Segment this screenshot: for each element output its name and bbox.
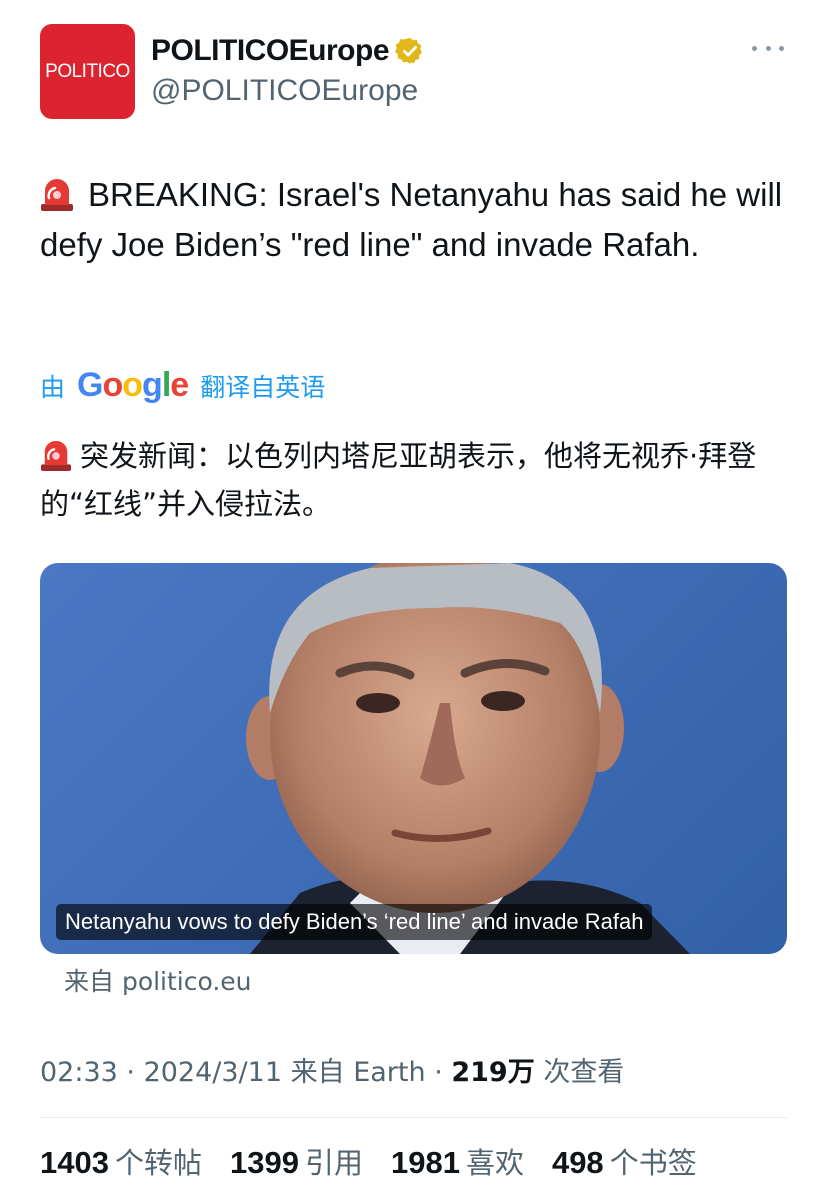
engagement-stats: 1403 个转帖 1399 引用 1981 喜欢 498 个书签 xyxy=(40,1140,725,1182)
card-source[interactable]: 来自 politico.eu xyxy=(64,962,252,998)
tweet-meta: 02:33 · 2024/3/11 来自 Earth · 219万 次查看 xyxy=(40,1057,625,1088)
views-count: 219万 xyxy=(451,1057,535,1088)
name-row: POLITICOEurope xyxy=(151,34,425,68)
card-caption: Netanyahu vows to defy Biden’s ‘red line… xyxy=(56,904,653,940)
translated-by-google[interactable]: 由 Google 翻译自英语 xyxy=(40,366,325,405)
rotating-light-icon xyxy=(41,179,73,211)
tweet-client: 来自 Earth xyxy=(290,1057,426,1088)
tweet-time[interactable]: 02:33 xyxy=(40,1057,118,1088)
google-logo: Google xyxy=(77,366,189,404)
rotating-light-icon xyxy=(40,440,72,471)
quotes-stat[interactable]: 1399 引用 xyxy=(230,1140,363,1182)
translated-body: 突发新闻：以色列内塔尼亚胡表示，他将无视乔·拜登的“红线”并入侵拉法。 xyxy=(40,439,757,521)
tweet-body: BREAKING: Israel's Netanyahu has said he… xyxy=(40,176,783,263)
translate-prefix: 由 xyxy=(40,372,66,402)
link-card[interactable]: Netanyahu vows to defy Biden’s ‘red line… xyxy=(40,563,787,954)
views-label: 次查看 xyxy=(543,1057,625,1088)
verified-badge-icon[interactable] xyxy=(395,36,425,66)
display-name[interactable]: POLITICOEurope xyxy=(151,34,390,68)
translate-suffix: 翻译自英语 xyxy=(200,372,326,402)
tweet-header: POLITICO POLITICOEurope @POLITICOEurope xyxy=(40,24,788,120)
article-photo xyxy=(246,563,690,954)
more-options-icon[interactable] xyxy=(752,38,784,58)
tweet-text: BREAKING: Israel's Netanyahu has said he… xyxy=(40,170,800,270)
likes-stat[interactable]: 1981 喜欢 xyxy=(391,1140,524,1182)
bookmarks-stat[interactable]: 498 个书签 xyxy=(552,1140,697,1182)
translated-text: 突发新闻：以色列内塔尼亚胡表示，他将无视乔·拜登的“红线”并入侵拉法。 xyxy=(40,432,800,528)
avatar-logo-text: POLITICO xyxy=(45,60,130,82)
tweet-date[interactable]: 2024/3/11 xyxy=(144,1057,282,1088)
reposts-stat[interactable]: 1403 个转帖 xyxy=(40,1140,202,1182)
avatar[interactable]: POLITICO xyxy=(40,24,135,119)
divider xyxy=(40,1117,788,1118)
handle[interactable]: @POLITICOEurope xyxy=(151,74,418,108)
